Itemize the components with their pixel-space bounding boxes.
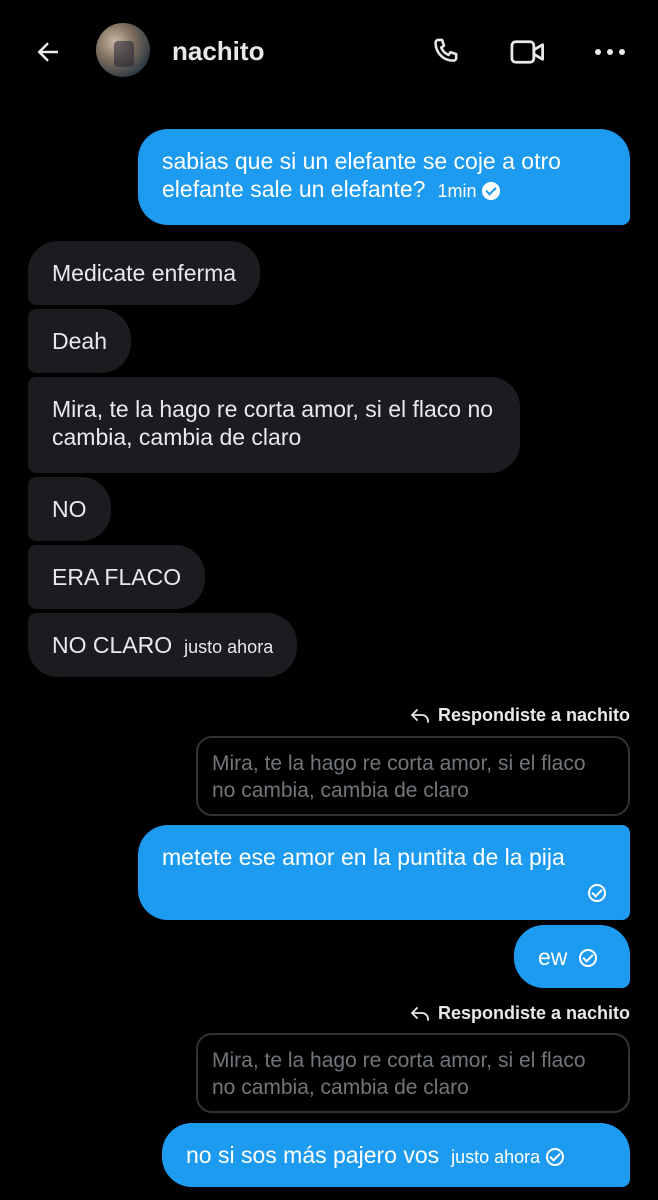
quoted-message-text: Mira, te la hago re corta amor, si el fl… xyxy=(212,752,586,802)
message-list: sabias que si un elefante se coje a otro… xyxy=(0,0,658,1200)
reply-label: Respondiste a nachito xyxy=(410,705,630,726)
outgoing-message[interactable]: metete ese amor en la puntita de la pija xyxy=(138,825,630,920)
message-text: ew xyxy=(538,944,568,970)
message-time: justo ahora xyxy=(184,637,274,657)
outgoing-message[interactable]: no si sos más pajero vos justo ahora xyxy=(162,1123,630,1187)
message-text: sabias que si un elefante se coje a otro… xyxy=(162,148,561,202)
message-text: Medicate enferma xyxy=(52,260,237,286)
message-meta: justo ahora xyxy=(451,1143,565,1171)
sent-check-icon xyxy=(588,884,606,902)
reply-label-text: Respondiste a nachito xyxy=(437,705,630,725)
message-text: NO CLARO xyxy=(52,632,173,658)
quoted-message[interactable]: Mira, te la hago re corta amor, si el fl… xyxy=(196,1033,630,1113)
message-text: Deah xyxy=(52,328,107,354)
message-text: no si sos más pajero vos xyxy=(186,1142,440,1168)
message-text: ERA FLACO xyxy=(52,564,182,590)
incoming-message[interactable]: ERA FLACO xyxy=(28,545,206,609)
outgoing-message[interactable]: ew xyxy=(514,925,630,988)
sent-check-icon xyxy=(579,949,598,967)
reply-label: Respondiste a nachito xyxy=(410,1003,630,1024)
message-text: metete ese amor en la puntita de la pija xyxy=(162,844,565,870)
quoted-message-text: Mira, te la hago re corta amor, si el fl… xyxy=(212,1049,586,1099)
outgoing-message[interactable]: sabias que si un elefante se coje a otro… xyxy=(138,129,630,225)
read-check-icon xyxy=(482,182,501,200)
message-time: justo ahora xyxy=(451,1147,541,1167)
quoted-message[interactable]: Mira, te la hago re corta amor, si el fl… xyxy=(196,736,630,816)
sent-check-icon xyxy=(546,1148,565,1166)
message-text: Mira, te la hago re corta amor, si el fl… xyxy=(52,396,494,450)
incoming-message[interactable]: NO CLARO justo ahora xyxy=(28,613,298,677)
incoming-message[interactable]: Deah xyxy=(28,309,131,373)
incoming-message[interactable]: NO xyxy=(28,477,111,541)
reply-arrow-icon xyxy=(411,708,429,723)
reply-arrow-icon xyxy=(411,1006,429,1021)
incoming-message[interactable]: Medicate enferma xyxy=(28,241,261,305)
message-time: 1min xyxy=(437,181,477,201)
message-meta: 1min xyxy=(437,177,501,205)
reply-label-text: Respondiste a nachito xyxy=(437,1003,630,1023)
message-text: NO xyxy=(52,496,87,522)
incoming-message[interactable]: Mira, te la hago re corta amor, si el fl… xyxy=(28,377,520,473)
